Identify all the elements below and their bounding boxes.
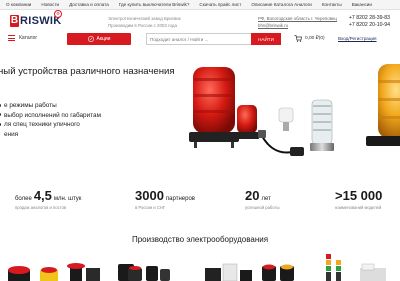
stat-value: 20	[245, 188, 260, 203]
cable-sensor	[258, 130, 304, 156]
logo-mark: B	[10, 15, 19, 27]
company-stats: более 4,5 млн. штук продаж аналогов и по…	[0, 188, 400, 218]
cylinder-device	[360, 263, 386, 281]
address-link[interactable]: РФ, Вологодская область г. Череповец	[258, 16, 337, 23]
cart[interactable]: 0,00 ₽(0)	[294, 35, 325, 42]
stat-sales: более 4,5 млн. штук продаж аналогов и по…	[15, 188, 81, 210]
nav-link-about[interactable]: О компании	[6, 2, 31, 7]
nav-link-price-list[interactable]: Скачать прайс лист	[199, 2, 241, 7]
white-indicator	[278, 107, 294, 131]
percent-icon	[87, 36, 94, 42]
amber-beacon	[366, 64, 400, 146]
phone-link[interactable]: +7 8202 28-39-83	[349, 15, 390, 22]
search-input[interactable]	[146, 33, 251, 45]
hero-banner[interactable]: ный устройства различного назначения е р…	[0, 50, 400, 180]
stat-caption: наименований моделей	[335, 205, 382, 210]
promo-button[interactable]: Акции	[67, 33, 131, 45]
catalog-button[interactable]: Каталог	[8, 35, 37, 41]
stat-value: 3000	[135, 188, 164, 203]
nav-link-delivery[interactable]: Доставка и оплата	[69, 2, 109, 7]
company-description: Электротехнический завод Брисвик Произво…	[108, 16, 181, 29]
menu-icon	[8, 35, 15, 41]
toggle-switch-group	[205, 263, 252, 281]
stat-value: 4,5	[33, 188, 52, 203]
stat-unit: млн. штук	[53, 196, 82, 202]
stat-models: >15 000 наименований моделей	[335, 188, 382, 210]
phone-numbers: +7 8202 28-39-83 +7 8202 20-10-94	[349, 15, 390, 29]
stat-unit: лет	[261, 196, 271, 202]
clear-stack-light	[310, 99, 334, 151]
phone-link[interactable]: +7 8202 20-10-94	[349, 22, 390, 29]
stat-caption: продаж аналогов и постов	[15, 205, 67, 210]
logo-badge-icon: ⚙	[54, 10, 62, 18]
nav-link-contacts[interactable]: Контакты	[322, 2, 342, 7]
company-address: РФ, Вологодская область г. Череповец bhs…	[258, 16, 337, 29]
search-button[interactable]: НАЙТИ	[251, 33, 281, 45]
stat-years: 20 лет успешной работы	[245, 188, 279, 210]
stat-partners: 3000 партнеров в России и СНГ	[135, 188, 195, 210]
catalog-label: Каталог	[19, 35, 38, 41]
pushbutton-group	[118, 264, 170, 281]
cart-icon	[294, 35, 302, 42]
production-products-image[interactable]	[0, 254, 400, 281]
nav-link-news[interactable]: Новости	[41, 2, 59, 7]
hero-products-image	[189, 64, 400, 156]
production-title: Производство электрооборудования	[131, 235, 269, 244]
indicator-light-group	[262, 264, 294, 281]
stat-value: >15 000	[335, 188, 383, 203]
nav-link-where-to-buy[interactable]: Где купить выключатели Briswik?	[119, 2, 190, 7]
search-bar: Каталог Акции НАЙТИ 0,00 ₽(0) Вход/Регис…	[0, 33, 400, 47]
site-header: B RISWIK ⚙ Электротехнический завод Брис…	[0, 10, 400, 33]
briswik-logo[interactable]: B RISWIK ⚙	[10, 10, 62, 28]
email-link[interactable]: bhs@briswik.ru	[258, 23, 337, 30]
description-line: Производим в России с 2003 года	[108, 22, 177, 28]
nav-link-catalog-analogs[interactable]: Описание Каталога Аналоги	[251, 2, 312, 7]
red-beacon	[189, 67, 239, 148]
stack-light-tower	[326, 254, 341, 281]
stat-unit: партнеров	[165, 196, 195, 202]
nav-link-vacancies[interactable]: Вакансии	[352, 2, 372, 7]
stat-prefix: более	[15, 196, 32, 202]
description-line: Электротехнический завод Брисвик	[108, 16, 181, 21]
login-link[interactable]: Вход/Регистрация	[338, 36, 377, 41]
promo-label: Акции	[96, 36, 111, 42]
small-red-beacon	[235, 105, 259, 139]
emergency-button-group	[8, 263, 100, 281]
stat-caption: успешной работы	[245, 205, 280, 210]
stat-caption: в России и СНГ	[135, 205, 166, 210]
top-navigation: О компании Новости Доставка и оплата Где…	[0, 0, 400, 10]
cart-total: 0,00 ₽(0)	[305, 36, 325, 41]
